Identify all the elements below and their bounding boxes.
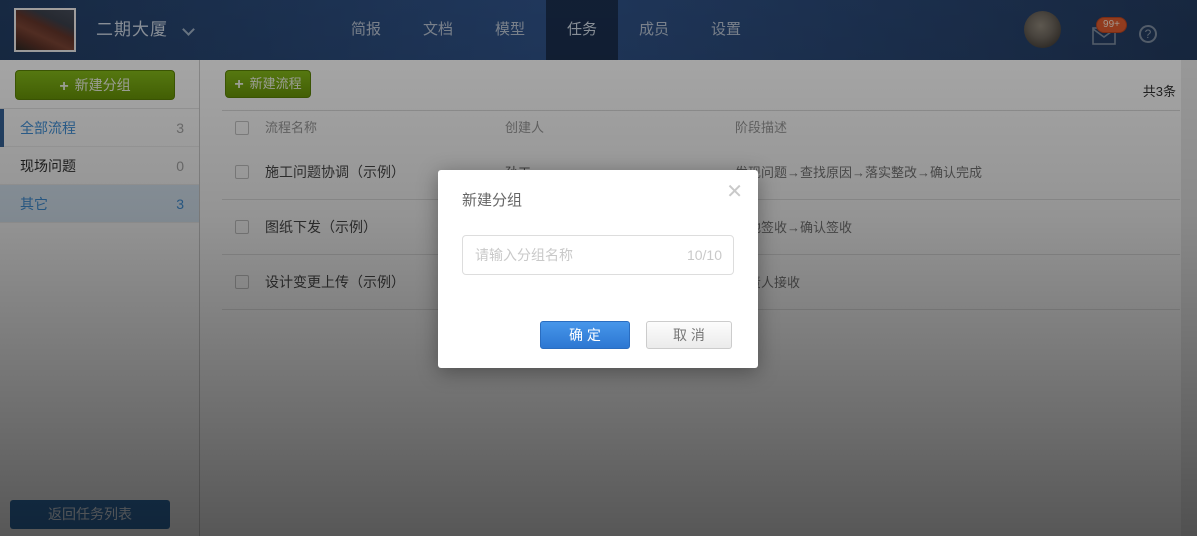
new-group-dialog: 新建分组 ✕ 10/10 确 定 取 消 bbox=[438, 170, 758, 368]
app-window: 二期大厦 简报 文档 模型 任务 成员 设置 99+ ? +新建分组 全部流程 bbox=[0, 0, 1197, 536]
char-counter: 10/10 bbox=[687, 236, 722, 274]
group-name-field-wrap: 10/10 bbox=[462, 235, 734, 275]
confirm-button[interactable]: 确 定 bbox=[540, 321, 630, 349]
close-icon[interactable]: ✕ bbox=[726, 182, 743, 202]
cancel-button[interactable]: 取 消 bbox=[646, 321, 732, 349]
dialog-title: 新建分组 bbox=[462, 189, 522, 210]
group-name-input[interactable] bbox=[475, 236, 665, 274]
